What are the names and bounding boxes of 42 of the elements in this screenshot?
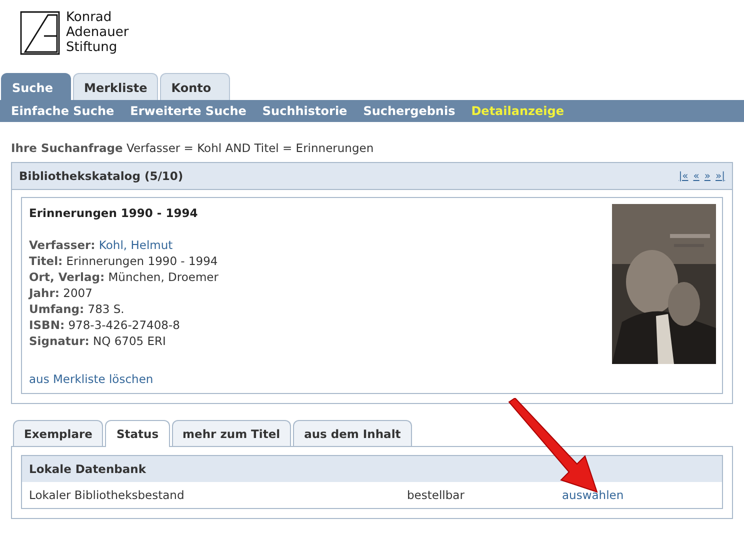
field-label: ISBN: — [29, 318, 65, 332]
field-value: NQ 6705 ERI — [93, 334, 166, 348]
logo-text: Adenauer — [66, 25, 129, 40]
logo-icon — [20, 11, 60, 55]
detail-tab[interactable]: aus dem Inhalt — [293, 420, 412, 446]
logo-text: Stiftung — [66, 40, 118, 55]
nav-tab[interactable]: Merkliste — [73, 73, 158, 100]
sub-nav-link[interactable]: Einfache Suche — [11, 104, 114, 118]
field-value: 2007 — [63, 286, 92, 300]
pager-link[interactable]: « — [693, 170, 700, 182]
table-title: Lokale Datenbank — [29, 462, 146, 476]
field-value: Erinnerungen 1990 - 1994 — [66, 254, 218, 268]
panel-title: Bibliothekskatalog (5/10) — [19, 169, 184, 183]
field-label: Verfasser: — [29, 238, 96, 252]
field-value: 783 S. — [88, 302, 124, 316]
nav-tab[interactable]: Konto — [160, 73, 230, 100]
field-label: Titel: — [29, 254, 63, 268]
field-value: 978-3-426-27408-8 — [68, 318, 180, 332]
detail-tab[interactable]: Status — [105, 420, 170, 447]
field-value: München, Droemer — [108, 270, 218, 284]
record-title: Erinnerungen 1990 - 1994 — [29, 206, 199, 220]
pager-link[interactable]: » — [704, 170, 710, 182]
select-link[interactable]: auswählen — [562, 488, 624, 502]
availability-cell-text: bestellbar — [407, 488, 466, 502]
author-link[interactable]: Kohl, Helmut — [98, 238, 173, 252]
sub-nav-link[interactable]: Detailanzeige — [471, 104, 564, 118]
field-label: Jahr: — [29, 286, 60, 300]
detail-tab[interactable]: Exemplare — [13, 420, 104, 446]
sub-nav-link[interactable]: Suchhistorie — [262, 104, 348, 118]
sub-nav-link[interactable]: Erweiterte Suche — [130, 104, 246, 118]
nav-tab[interactable]: Suche — [1, 73, 71, 100]
sub-nav-link[interactable]: Suchergebnis — [363, 104, 456, 118]
location-cell-text: Lokaler Bibliotheksbestand — [29, 488, 186, 502]
field-label: Ort, Verlag: — [29, 270, 105, 284]
remove-link[interactable]: aus Merkliste löschen — [29, 372, 218, 386]
search-query: Ihre Suchanfrage Verfasser = Kohl AND Titel = Erinnerungen — [11, 141, 375, 155]
pager-link[interactable]: »| — [716, 170, 725, 182]
pager-link[interactable]: |« — [678, 170, 688, 182]
logo-text: Konrad — [66, 10, 113, 25]
field-label: Signatur: — [29, 334, 90, 348]
detail-tab[interactable]: mehr zum Titel — [172, 420, 292, 446]
field-label: Umfang: — [29, 302, 84, 316]
